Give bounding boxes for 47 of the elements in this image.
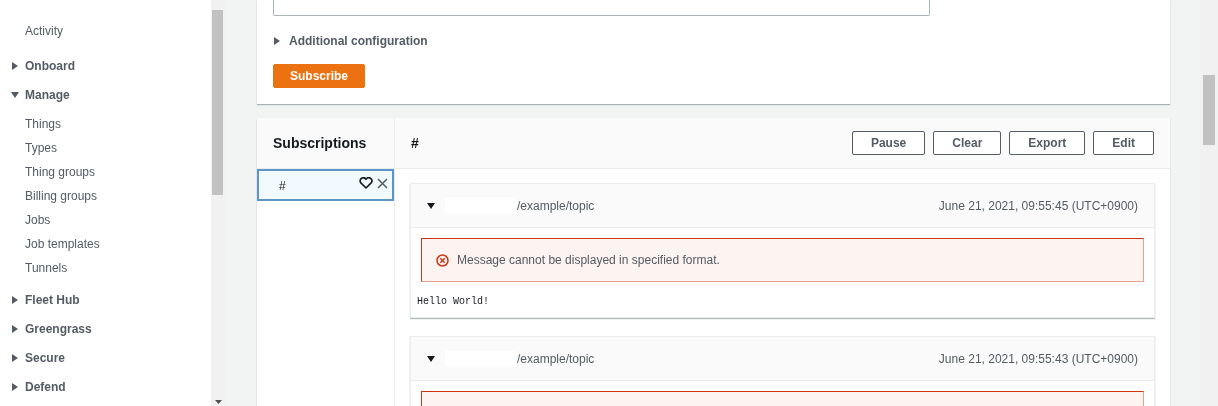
topic-text: /example/topic xyxy=(517,197,595,215)
caret-right-icon xyxy=(11,354,19,362)
panel-title: Subscriptions xyxy=(273,133,367,153)
toolbar-button[interactable]: Edit xyxy=(1093,131,1154,155)
toolbar-button[interactable]: Export xyxy=(1009,131,1086,155)
caret-right-icon xyxy=(11,296,19,304)
toolbar-button[interactable]: Clear xyxy=(933,131,1002,155)
caret-down-icon xyxy=(11,91,19,99)
sidebar-section-toggle[interactable]: Secure xyxy=(11,349,211,367)
sidebar-link[interactable]: Activity xyxy=(25,22,211,46)
sidebar-link[interactable]: Job templates xyxy=(25,232,211,256)
topic-text: # xyxy=(279,178,286,195)
sidebar-link[interactable]: Billing groups xyxy=(25,184,211,208)
timestamp: June 21, 2021, 09:55:43 (UTC+0900) xyxy=(938,350,1138,368)
caret-down-icon[interactable] xyxy=(427,354,435,363)
scrollbar-thumb[interactable] xyxy=(1203,75,1215,145)
sidebar-section-toggle[interactable]: Greengrass xyxy=(11,320,211,338)
caret-right-icon xyxy=(11,325,19,333)
scrollbar[interactable] xyxy=(1200,0,1218,406)
topic-text: /example/topic xyxy=(517,350,595,368)
sidebar-link[interactable]: Types xyxy=(25,136,211,160)
message-payload: Hello World! xyxy=(416,295,490,309)
sidebar-link[interactable]: Thing groups xyxy=(25,160,211,184)
sidebar-section-toggle[interactable]: Fleet Hub xyxy=(11,291,211,309)
sidebar-link[interactable]: Tunnels xyxy=(25,256,211,280)
expander-toggle[interactable]: Additional configuration xyxy=(273,32,428,50)
scroll-down-icon xyxy=(215,400,222,404)
heart-icon[interactable] xyxy=(359,177,373,189)
close-icon[interactable] xyxy=(377,177,388,189)
scrollbar-thumb[interactable] xyxy=(212,10,223,195)
sidebar-section-toggle[interactable]: Onboard xyxy=(11,57,211,75)
sidebar-link[interactable]: Things xyxy=(25,112,211,136)
sidebar-link[interactable]: Jobs xyxy=(25,208,211,232)
input-field[interactable] xyxy=(273,0,930,16)
scrollbar[interactable] xyxy=(211,0,225,406)
caret-right-icon xyxy=(273,37,281,45)
subscription-item[interactable]: # xyxy=(257,169,394,201)
sidebar-section-toggle[interactable]: Manage xyxy=(11,86,211,104)
caret-right-icon xyxy=(11,62,19,70)
caret-right-icon xyxy=(11,383,19,391)
sidebar-section-toggle[interactable]: Defend xyxy=(11,378,211,396)
toolbar-button[interactable]: Pause xyxy=(851,131,926,155)
caret-down-icon[interactable] xyxy=(427,201,435,210)
error-message: Message cannot be displayed in specified format. xyxy=(457,252,720,269)
error-icon xyxy=(436,253,449,267)
panel-title: # xyxy=(411,133,419,153)
timestamp: June 21, 2021, 09:55:45 (UTC+0900) xyxy=(938,197,1138,215)
